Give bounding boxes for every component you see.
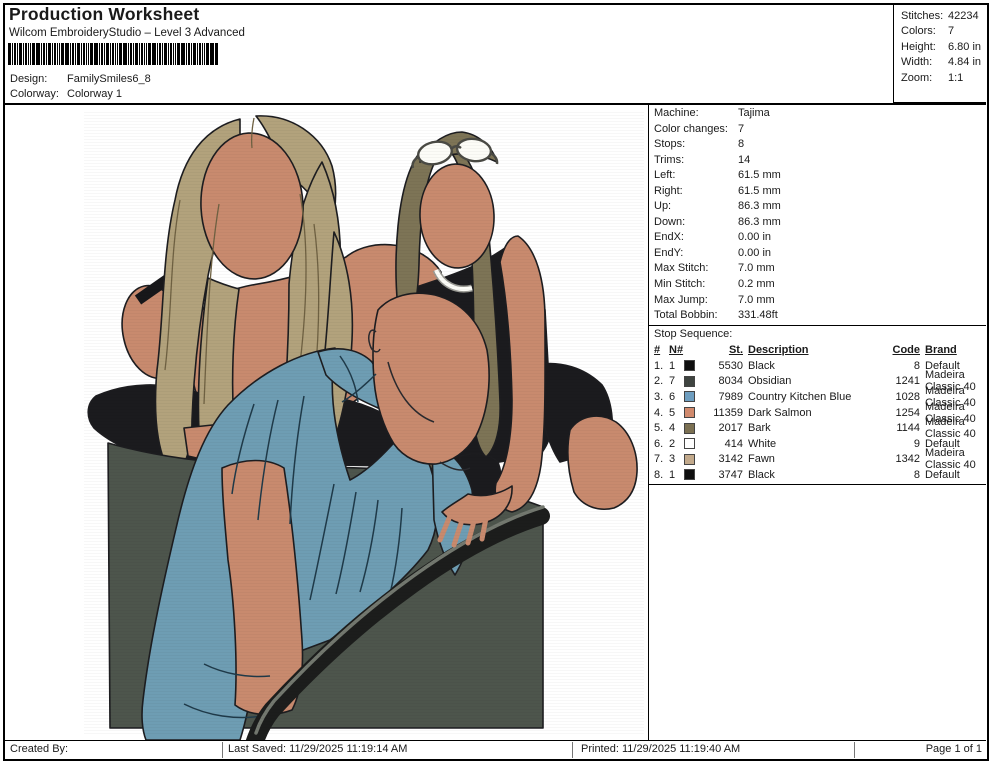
panel-divider [648,104,649,741]
info-row: Total Bobbin:331.48ft [654,308,984,324]
stop-sequence-divider [648,325,986,326]
info-row: Min Stitch:0.2 mm [654,277,984,293]
printed-text: Printed: 11/29/2025 11:19:40 AM [581,743,740,755]
thread-color-chip [684,360,695,371]
design-label: Design: [10,72,67,86]
thread-color-chip [684,454,695,465]
colorway-value: Colorway 1 [67,87,122,101]
footer-divider [4,740,986,741]
design-row: Design: FamilySmiles6_8 [10,72,310,86]
page-title: Production Worksheet [9,4,199,25]
stat-colors: Colors:7 [894,24,986,39]
stat-height: Height:6.80 in [894,40,986,55]
design-value: FamilySmiles6_8 [67,72,151,86]
last-saved-text: Last Saved: 11/29/2025 11:19:14 AM [228,743,407,755]
thread-color-chip [684,407,695,418]
info-row: EndX:0.00 in [654,230,984,246]
footer-cell-divider [222,742,223,758]
thread-color-chip [684,423,695,434]
created-by-label: Created By: [10,743,68,755]
colorway-label: Colorway: [10,87,67,101]
footer: Created By: Last Saved: 11/29/2025 11:19… [4,742,986,758]
thread-color-chip [684,391,695,402]
stat-zoom: Zoom:1:1 [894,71,986,86]
table-bottom-divider [648,484,986,485]
stats-box: Stitches:42234 Colors:7 Height:6.80 in W… [893,4,986,103]
barcode [8,43,218,65]
table-row: 5.4 2017Bark 1144Madeira Classic 40 [654,420,984,436]
stop-sequence-title: Stop Sequence: [654,328,732,340]
stop-sequence-table: # N# St. Description Code Brand 1.1 5530… [654,343,984,483]
footer-cell-divider [572,742,573,758]
embroidery-design-preview [4,104,648,741]
table-row: 7.3 3142Fawn 1342Madeira Classic 40 [654,452,984,468]
thread-color-chip [684,376,695,387]
table-row: 8.1 3747Black 8Default [654,467,984,483]
thread-color-chip [684,469,695,480]
thread-color-chip [684,438,695,449]
info-row: Machine:Tajima [654,106,984,122]
info-row: Trims:14 [654,153,984,169]
machine-info-panel: Machine:Tajima Color changes:7 Stops:8 T… [654,106,984,324]
table-header-row: # N# St. Description Code Brand [654,343,984,357]
page-number: Page 1 of 1 [926,743,982,755]
stat-width: Width:4.84 in [894,55,986,70]
info-row: Max Jump:7.0 mm [654,293,984,309]
info-row: EndY:0.00 in [654,246,984,262]
info-row: Stops:8 [654,137,984,153]
info-row: Left:61.5 mm [654,168,984,184]
stat-stitches: Stitches:42234 [894,9,986,24]
info-row: Down:86.3 mm [654,215,984,231]
info-row: Color changes:7 [654,122,984,138]
info-row: Right:61.5 mm [654,184,984,200]
app-subtitle: Wilcom EmbroideryStudio – Level 3 Advanc… [9,27,245,39]
info-row: Max Stitch:7.0 mm [654,261,984,277]
info-row: Up:86.3 mm [654,199,984,215]
footer-cell-divider [854,742,855,758]
colorway-row: Colorway: Colorway 1 [10,87,310,101]
